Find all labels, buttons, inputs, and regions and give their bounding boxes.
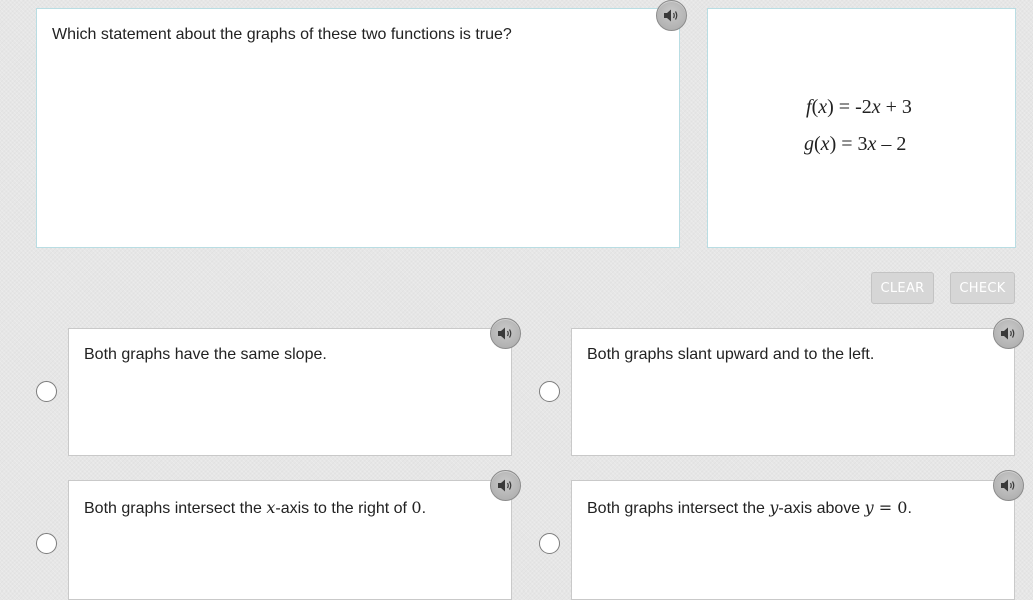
option-c-audio-button[interactable] bbox=[490, 470, 521, 501]
option-b-text: Both graphs slant upward and to the left… bbox=[587, 346, 875, 363]
speaker-icon bbox=[1001, 479, 1015, 492]
speaker-icon bbox=[664, 9, 678, 22]
function-g-equation: g(x) = 3x – 2 bbox=[804, 133, 907, 155]
option-c-text: Both graphs intersect the x-axis to the … bbox=[84, 498, 427, 517]
option-b-card[interactable]: Both graphs slant upward and to the left… bbox=[571, 328, 1015, 456]
clear-button[interactable]: CLEAR bbox=[871, 272, 934, 304]
speaker-icon bbox=[498, 479, 512, 492]
question-prompt: Which statement about the graphs of thes… bbox=[52, 26, 512, 43]
question-panel: Which statement about the graphs of thes… bbox=[36, 8, 680, 248]
option-d-card[interactable]: Both graphs intersect the y-axis above y… bbox=[571, 480, 1015, 600]
option-a-audio-button[interactable] bbox=[490, 318, 521, 349]
option-d-text: Both graphs intersect the y-axis above y… bbox=[587, 498, 912, 517]
option-a-text: Both graphs have the same slope. bbox=[84, 346, 327, 363]
question-audio-button[interactable] bbox=[656, 0, 687, 31]
speaker-icon bbox=[1001, 327, 1015, 340]
function-f-equation: f(x) = -2x + 3 bbox=[806, 96, 912, 118]
option-d-audio-button[interactable] bbox=[993, 470, 1024, 501]
option-a-radio[interactable] bbox=[36, 381, 57, 402]
check-button[interactable]: CHECK bbox=[950, 272, 1015, 304]
option-d-radio[interactable] bbox=[539, 533, 560, 554]
speaker-icon bbox=[498, 327, 512, 340]
option-c-radio[interactable] bbox=[36, 533, 57, 554]
option-c-card[interactable]: Both graphs intersect the x-axis to the … bbox=[68, 480, 512, 600]
functions-panel: f(x) = -2x + 3 g(x) = 3x – 2 bbox=[707, 8, 1016, 248]
option-b-radio[interactable] bbox=[539, 381, 560, 402]
option-b-audio-button[interactable] bbox=[993, 318, 1024, 349]
option-a-card[interactable]: Both graphs have the same slope. bbox=[68, 328, 512, 456]
